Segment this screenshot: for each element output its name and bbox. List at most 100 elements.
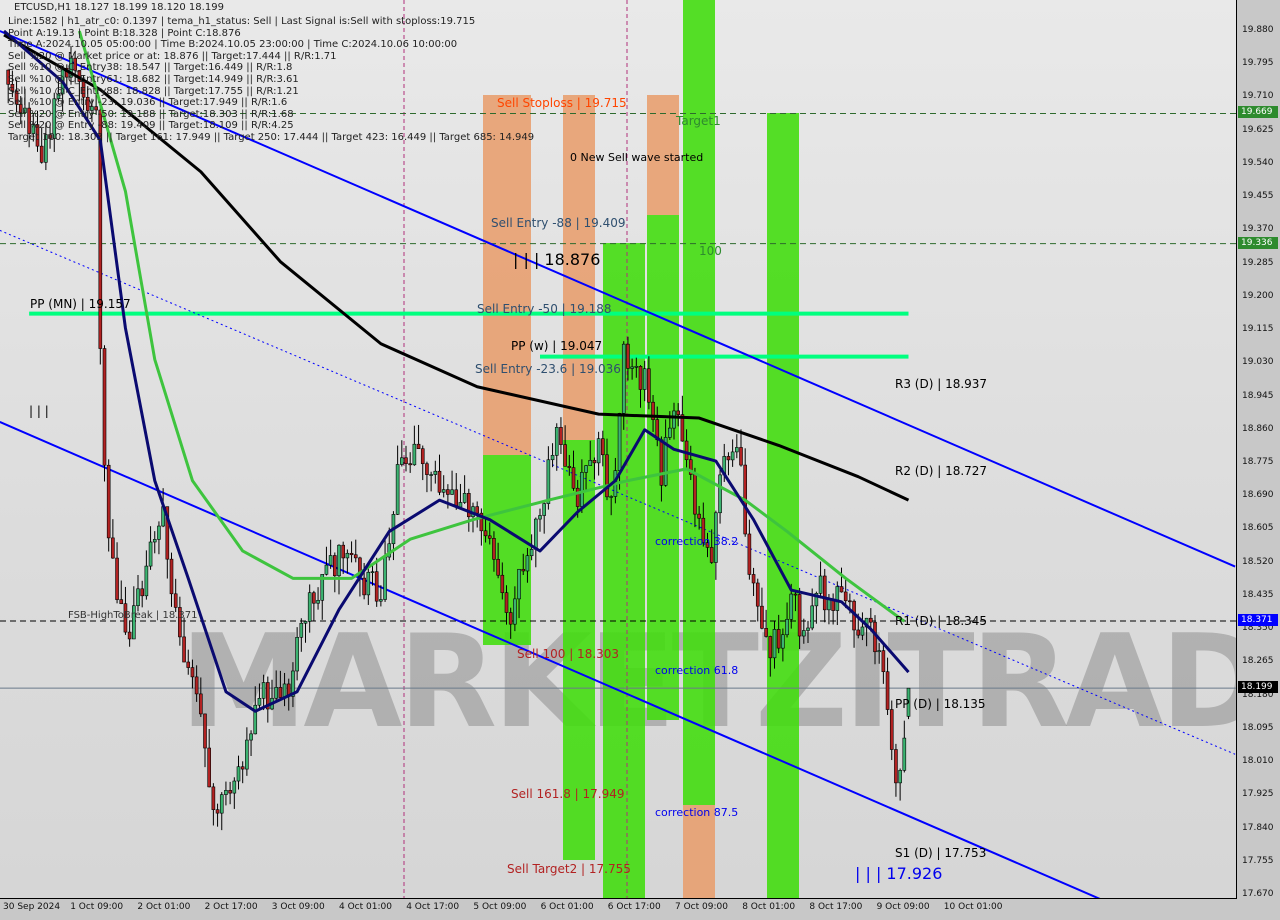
correction-875-label: correction 87.5 bbox=[655, 806, 739, 819]
candle bbox=[199, 693, 203, 715]
candle bbox=[504, 592, 509, 613]
new-wave-label: 0 New Sell wave started bbox=[570, 151, 704, 164]
candle bbox=[860, 626, 865, 636]
info-line: Sell %10 @ C_Entry61: 18.682 || Target:1… bbox=[8, 74, 299, 85]
info-line: Line:1582 | h1_atr_c0: 0.1397 | tema_h1_… bbox=[8, 16, 476, 27]
candle bbox=[412, 443, 417, 466]
candle bbox=[203, 713, 207, 749]
candle bbox=[508, 612, 513, 625]
signal-zone bbox=[483, 95, 531, 455]
candle bbox=[500, 574, 505, 594]
sell-1618-label: Sell 161.8 | 17.949 bbox=[511, 787, 625, 801]
candle bbox=[693, 474, 697, 515]
chart-plot-area[interactable]: MARKETZITRADE ETCUSD,H1 18.127 18.199 18… bbox=[0, 0, 1237, 899]
candle bbox=[416, 443, 421, 450]
candle bbox=[709, 547, 714, 563]
candle bbox=[601, 438, 605, 456]
price-tick-label: 19.200 bbox=[1242, 290, 1274, 301]
candle bbox=[525, 555, 530, 572]
time-tick-label: 6 Oct 17:00 bbox=[607, 902, 661, 912]
candle bbox=[621, 343, 626, 414]
candle bbox=[475, 506, 479, 514]
candle bbox=[751, 574, 756, 584]
candle bbox=[856, 629, 861, 636]
price-axis[interactable]: 19.880 19.795 19.710 19.625 19.540 19.455 19.3… bbox=[1237, 0, 1280, 899]
info-line: Time A:2024.10.05 05:00:00 | Time B:2024… bbox=[8, 39, 458, 51]
time-tick-label: 10 Oct 01:00 bbox=[943, 902, 1003, 912]
candle bbox=[152, 539, 157, 543]
candle bbox=[827, 598, 831, 611]
time-tick-label: 4 Oct 17:00 bbox=[406, 902, 460, 912]
candle bbox=[408, 463, 412, 466]
candle bbox=[190, 667, 195, 678]
info-line: Sell %20 @ Entry -50: 19.188 || Target:1… bbox=[8, 108, 294, 120]
candle bbox=[810, 605, 814, 629]
candle bbox=[781, 634, 785, 649]
candle bbox=[559, 427, 563, 445]
info-line: Sell %10 @ Entry -23: 19.036 || Target:1… bbox=[8, 97, 288, 109]
candle bbox=[228, 790, 232, 794]
candle bbox=[219, 794, 224, 814]
price-tick-label: 18.520 bbox=[1242, 556, 1274, 567]
candle bbox=[529, 549, 534, 557]
candle bbox=[538, 515, 542, 520]
candle bbox=[307, 592, 312, 622]
candle bbox=[119, 599, 124, 604]
price-badge: 19.336 bbox=[1238, 236, 1278, 249]
sell-stoploss-label: Sell Stoploss | 19.715 bbox=[497, 96, 627, 110]
symbol-ohlc: ETCUSD,H1 18.127 18.199 18.120 18.199 bbox=[14, 2, 224, 13]
candle bbox=[316, 599, 320, 604]
candle bbox=[261, 682, 266, 699]
price-tick-label: 19.625 bbox=[1242, 124, 1274, 135]
candle bbox=[144, 565, 149, 597]
candle bbox=[462, 493, 467, 503]
candle bbox=[236, 766, 241, 782]
candle bbox=[584, 465, 588, 473]
candle bbox=[446, 489, 450, 495]
candle bbox=[487, 535, 492, 539]
candle bbox=[726, 456, 731, 461]
time-tick-label: 30 Sep 2024 bbox=[3, 902, 61, 912]
candle bbox=[684, 440, 689, 461]
price-tick-label: 17.925 bbox=[1242, 789, 1274, 800]
candle bbox=[772, 629, 777, 659]
time-axis[interactable]: 30 Sep 2024 1 Oct 09:00 2 Oct 01:00 2 Oct 1… bbox=[0, 899, 1236, 920]
price-tick-label: 19.880 bbox=[1242, 25, 1274, 35]
candle bbox=[341, 544, 345, 559]
price-tick-label: 18.435 bbox=[1242, 589, 1274, 600]
time-tick-label: 9 Oct 09:00 bbox=[876, 902, 930, 912]
candle bbox=[429, 474, 433, 476]
candle bbox=[617, 413, 622, 471]
candle bbox=[676, 410, 680, 415]
candle bbox=[245, 739, 249, 770]
candle bbox=[521, 568, 526, 572]
price-tick-label: 19.540 bbox=[1242, 157, 1274, 168]
price-tick-label: 18.095 bbox=[1242, 722, 1274, 733]
candle bbox=[596, 438, 601, 464]
candle bbox=[839, 586, 844, 593]
fsb-label: FSB-HighToBreak | 18.371 bbox=[68, 610, 198, 621]
candle bbox=[433, 470, 438, 475]
candle bbox=[303, 621, 308, 624]
time-tick-label: 1 Oct 09:00 bbox=[70, 902, 124, 912]
candle bbox=[496, 558, 500, 576]
info-line: Target 100: 18.303 || Target 161: 17.949… bbox=[8, 132, 535, 143]
candle bbox=[224, 790, 228, 795]
candle bbox=[634, 366, 639, 368]
time-tick-label: 6 Oct 01:00 bbox=[540, 902, 594, 912]
time-tick-label: 2 Oct 17:00 bbox=[204, 902, 258, 912]
price-tick-label: 19.285 bbox=[1242, 257, 1274, 268]
candle bbox=[626, 343, 630, 369]
candle bbox=[383, 556, 387, 600]
candle bbox=[747, 533, 752, 575]
candle bbox=[802, 630, 806, 637]
sell-entry-50-label: Sell Entry -50 | 19.188 bbox=[477, 302, 612, 316]
candle bbox=[818, 575, 823, 594]
candle bbox=[697, 513, 701, 519]
candle bbox=[642, 368, 647, 390]
candle bbox=[127, 631, 132, 640]
price-tick-label: 18.605 bbox=[1242, 523, 1274, 534]
candle bbox=[441, 489, 446, 493]
time-tick-label: 7 Oct 09:00 bbox=[675, 902, 728, 912]
s1-label: S1 (D) | 17.753 bbox=[895, 846, 987, 860]
